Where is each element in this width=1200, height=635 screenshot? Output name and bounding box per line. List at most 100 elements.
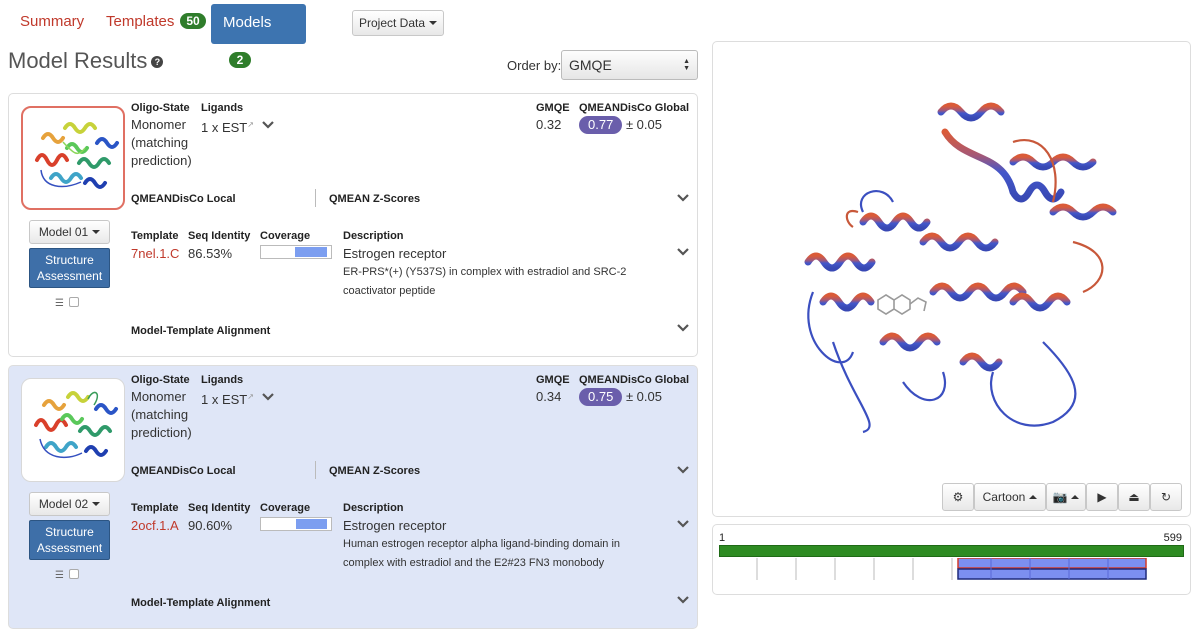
help-icon[interactable]: ? (151, 56, 164, 68)
page-title: Model Results? (8, 48, 164, 74)
model-card-1: Oligo-State Ligands GMQE QMEANDisCo Glob… (8, 93, 698, 357)
external-link-icon[interactable]: ↗ (247, 392, 254, 401)
description-text: Human estrogen receptor alpha ligand-bin… (343, 538, 621, 569)
oligo-state-value: Monomer (matching prediction) (131, 389, 192, 440)
qmean-z-header[interactable]: QMEAN Z-Scores (329, 465, 420, 477)
ligands-header: Ligands (201, 374, 244, 386)
seq-identity-header: Seq Identity (188, 230, 251, 242)
caret-up-icon (1029, 495, 1038, 499)
model-card-2: Oligo-State Ligands GMQE QMEANDisCo Glob… (8, 365, 698, 629)
protein-structure-render[interactable] (713, 42, 1190, 482)
seq-identity-value: 86.53% (188, 246, 233, 261)
coverage-fill (296, 519, 327, 529)
qmean-expand-chevron-icon[interactable] (677, 466, 689, 476)
gmqe-value: 0.32 (536, 117, 562, 132)
external-link-icon[interactable]: ↗ (247, 120, 254, 129)
templates-count-badge: 50 (180, 13, 206, 29)
protein-thumbnail-icon (35, 122, 119, 189)
target-sequence-bar[interactable] (719, 545, 1184, 557)
order-by-select[interactable]: GMQE ▲ ▼ (561, 50, 698, 80)
template-link[interactable]: 7nel.1.C (131, 245, 179, 263)
ligand-expand-chevron-icon[interactable] (262, 121, 274, 131)
coverage-header: Coverage (260, 502, 311, 514)
camera-icon: 📷 (1052, 490, 1068, 504)
alignment-header[interactable]: Model-Template Alignment (131, 325, 270, 337)
template-2-coverage[interactable] (957, 568, 1147, 580)
qmean-global-header: QMEANDisCo Global (579, 102, 690, 114)
template-expand-chevron-icon[interactable] (677, 520, 689, 530)
oligo-state-header: Oligo-State (131, 374, 190, 386)
template-header: Template (131, 502, 179, 514)
caret-down-icon (429, 21, 438, 25)
tab-models[interactable]: Models2 (211, 4, 306, 68)
alignment-header[interactable]: Model-Template Alignment (131, 597, 270, 609)
tab-templates[interactable]: Templates 50 (94, 4, 218, 40)
structure-assessment-button[interactable]: Structure Assessment (29, 248, 110, 288)
qmean-expand-chevron-icon[interactable] (677, 194, 689, 204)
template-expand-chevron-icon[interactable] (677, 248, 689, 258)
coverage-bar (260, 245, 332, 259)
seq-identity-header: Seq Identity (188, 502, 251, 514)
reset-view-button[interactable]: ↻ (1150, 483, 1182, 511)
gmqe-header: GMQE (536, 374, 570, 386)
seq-identity-value: 90.60% (188, 518, 233, 533)
template-header: Template (131, 230, 179, 242)
structure-viewer[interactable] (712, 41, 1191, 517)
qmean-global-value: 0.77 ± 0.05 (579, 116, 662, 134)
ligand-value[interactable]: 1 x EST↗ (201, 388, 254, 409)
description-text: ER-PRS*(+) (Y537S) in complex with estra… (343, 266, 627, 297)
qmean-badge: 0.75 (579, 388, 623, 406)
render-mode-button[interactable]: Cartoon (974, 483, 1046, 511)
caret-down-icon (92, 502, 101, 506)
model-checkbox[interactable] (68, 297, 79, 307)
qmean-global-value: 0.75 ± 0.05 (579, 388, 662, 406)
qmean-badge: 0.77 (579, 116, 623, 134)
select-arrows-icon: ▲ ▼ (683, 58, 690, 72)
oligo-state-value: Monomer (matching prediction) (131, 117, 192, 168)
list-icon[interactable]: ☰ (55, 570, 64, 581)
qmean-local-header[interactable]: QMEANDisCo Local (131, 465, 236, 477)
project-data-button[interactable]: Project Data (352, 10, 444, 36)
refresh-icon: ↻ (1160, 490, 1172, 504)
template-1-coverage[interactable] (957, 558, 1147, 569)
list-icon[interactable]: ☰ (55, 298, 64, 309)
settings-button[interactable]: ⚙ (942, 483, 974, 511)
models-count-badge: 2 (229, 52, 251, 68)
description-header: Description (343, 502, 404, 514)
play-button[interactable]: ▶ (1086, 483, 1118, 511)
eject-icon: ⏏ (1128, 490, 1140, 504)
description-title: Estrogen receptor (343, 246, 447, 261)
template-link[interactable]: 2ocf.1.A (131, 517, 179, 535)
model-thumbnail[interactable] (21, 378, 125, 482)
divider (315, 461, 316, 479)
description-header: Description (343, 230, 404, 242)
coverage-header: Coverage (260, 230, 311, 242)
play-icon: ▶ (1097, 490, 1107, 504)
qmean-z-header[interactable]: QMEAN Z-Scores (329, 193, 420, 205)
structure-assessment-button[interactable]: Structure Assessment (29, 520, 110, 560)
model-thumbnail[interactable] (21, 106, 125, 210)
model-checkbox[interactable] (68, 569, 79, 579)
alignment-expand-chevron-icon[interactable] (677, 324, 689, 334)
gmqe-header: GMQE (536, 102, 570, 114)
ligand-value[interactable]: 1 x EST↗ (201, 116, 254, 137)
gear-icon: ⚙ (952, 490, 964, 504)
alignment-expand-chevron-icon[interactable] (677, 596, 689, 606)
model-select-button[interactable]: Model 02 (29, 492, 110, 516)
coverage-fill (294, 247, 327, 257)
ligand-sticks[interactable] (877, 294, 927, 315)
eject-button[interactable]: ⏏ (1118, 483, 1150, 511)
caret-down-icon (92, 230, 101, 234)
ligand-expand-chevron-icon[interactable] (262, 393, 274, 403)
screenshot-button[interactable]: 📷 (1046, 483, 1086, 511)
order-by-label: Order by: (507, 58, 562, 73)
model-options: ☰ (55, 569, 79, 581)
model-select-button[interactable]: Model 01 (29, 220, 110, 244)
tab-summary[interactable]: Summary (8, 4, 96, 40)
ligands-header: Ligands (201, 102, 244, 114)
caret-up-icon (1071, 495, 1080, 499)
divider (315, 189, 316, 207)
sequence-end: 599 (1163, 532, 1182, 544)
gmqe-value: 0.34 (536, 389, 562, 404)
qmean-local-header[interactable]: QMEANDisCo Local (131, 193, 236, 205)
